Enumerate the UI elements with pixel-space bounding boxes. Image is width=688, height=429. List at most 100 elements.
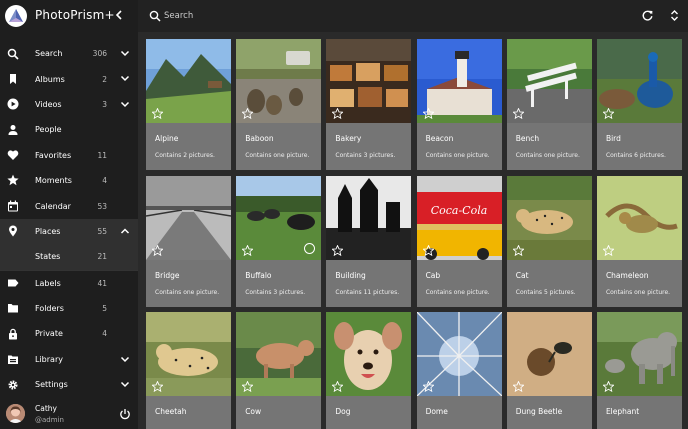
label-card-cow[interactable]: Cow [236, 312, 322, 429]
favorite-star-icon[interactable] [332, 108, 344, 119]
label-count: Contains 5 pictures. [515, 288, 576, 296]
chevron-down-icon[interactable] [120, 73, 130, 83]
favorite-star-icon[interactable] [602, 381, 614, 392]
star-icon [7, 174, 19, 186]
sort-icon[interactable] [668, 9, 681, 22]
favorite-star-icon[interactable] [602, 244, 614, 256]
search-input[interactable] [164, 9, 564, 23]
label-thumbnail[interactable] [146, 175, 231, 260]
sidebar-item-label: Search [35, 49, 63, 59]
sidebar: PhotoPrism+ Search 306 Albums 2 Videos 3 Peopl… [0, 0, 138, 429]
favorite-star-icon[interactable] [152, 244, 163, 256]
label-title: Baboon [245, 134, 274, 143]
label-thumbnail[interactable] [146, 39, 231, 123]
label-thumbnail[interactable] [236, 312, 322, 396]
favorite-star-icon[interactable] [422, 381, 434, 392]
sidebar-item-label: Favorites [35, 150, 72, 160]
collapse-sidebar-button[interactable] [112, 7, 126, 23]
sidebar-item-moments[interactable]: Moments 4 [0, 168, 138, 193]
label-thumbnail[interactable] [236, 39, 322, 123]
favorite-star-icon[interactable] [242, 244, 254, 256]
favorite-star-icon[interactable] [512, 108, 524, 119]
sidebar-item-search[interactable]: Search 306 [0, 41, 138, 66]
label-card-cat[interactable]: Cat Contains 5 pictures. [506, 175, 592, 307]
label-card-dome[interactable]: Dome [416, 312, 502, 429]
favorite-star-icon[interactable] [602, 108, 614, 119]
favorite-star-icon[interactable] [332, 381, 344, 392]
avatar[interactable] [6, 404, 25, 423]
sidebar-item-settings[interactable]: Settings [0, 372, 138, 397]
label-title: Dome [425, 407, 448, 416]
favorite-star-icon[interactable] [422, 108, 434, 119]
sidebar-item-label: Videos [35, 99, 62, 109]
chevron-up-icon[interactable] [120, 226, 130, 236]
label-card-bench[interactable]: Bench Contains one picture. [506, 39, 592, 170]
chevron-down-icon[interactable] [120, 99, 130, 109]
label-card-chameleon[interactable]: Chameleon Contains one picture. [596, 175, 682, 307]
label-thumbnail[interactable]: Coca-Cola [416, 175, 502, 260]
label-thumbnail[interactable] [506, 312, 592, 396]
logo-icon[interactable] [5, 5, 27, 27]
label-thumbnail[interactable] [146, 312, 231, 396]
sidebar-item-states[interactable]: States 21 [0, 244, 138, 270]
label-card-cheetah[interactable]: Cheetah [146, 312, 231, 429]
label-card-bird[interactable]: Bird Contains 6 pictures. [596, 39, 682, 170]
sidebar-item-label: States [35, 252, 61, 262]
label-thumbnail[interactable] [416, 39, 502, 123]
favorite-star-icon[interactable] [332, 244, 344, 256]
label-card-beacon[interactable]: Beacon Contains one picture. [416, 39, 502, 170]
person-icon [7, 124, 19, 136]
label-thumbnail[interactable] [326, 175, 412, 260]
sidebar-item-library[interactable]: Library [0, 347, 138, 372]
favorite-star-icon[interactable] [422, 244, 434, 256]
label-thumbnail[interactable] [236, 175, 322, 260]
label-count: Contains 3 pictures. [245, 288, 306, 296]
label-card-bridge[interactable]: Bridge Contains one picture. [146, 175, 231, 307]
label-card-bakery[interactable]: Bakery Contains 3 pictures. [326, 39, 412, 170]
label-thumbnail[interactable] [326, 39, 412, 123]
label-title: Building [335, 270, 366, 280]
label-thumbnail[interactable] [596, 39, 682, 123]
label-thumbnail[interactable] [596, 312, 682, 396]
label-card-baboon[interactable]: Baboon Contains one picture. [236, 39, 322, 170]
sidebar-item-videos[interactable]: Videos 3 [0, 92, 138, 117]
chevron-down-icon[interactable] [120, 48, 130, 58]
sidebar-item-private[interactable]: Private 4 [0, 321, 138, 346]
labels-grid: Alpine Contains 2 pictures. Baboon Contains… [146, 39, 688, 429]
label-thumbnail[interactable] [506, 39, 592, 123]
pin-icon [7, 225, 19, 237]
label-card-alpine[interactable]: Alpine Contains 2 pictures. [146, 39, 231, 170]
chevron-down-icon[interactable] [120, 379, 130, 389]
favorite-star-icon[interactable] [242, 108, 254, 119]
label-card-dung-beetle[interactable]: Dung Beetle [506, 312, 592, 429]
label-card-buffalo[interactable]: Buffalo Contains 3 pictures. [236, 175, 322, 307]
label-thumbnail[interactable] [326, 312, 412, 396]
sidebar-item-label: Folders [35, 304, 64, 314]
sidebar-item-people[interactable]: People [0, 117, 138, 142]
label-card-cab[interactable]: Coca-Cola Cab Contains one picture. [416, 175, 502, 307]
sidebar-item-labels[interactable]: Labels 41 [0, 271, 138, 296]
favorite-star-icon[interactable] [152, 381, 163, 392]
sidebar-item-albums[interactable]: Albums 2 [0, 66, 138, 91]
favorite-star-icon[interactable] [512, 381, 524, 392]
favorite-star-icon[interactable] [512, 244, 524, 256]
sidebar-item-folders[interactable]: Folders 5 [0, 296, 138, 321]
refresh-icon[interactable] [641, 9, 654, 22]
sidebar-item-count: 11 [97, 150, 107, 160]
label-thumbnail[interactable] [416, 312, 502, 396]
label-card-elephant[interactable]: Elephant [596, 312, 682, 429]
label-thumbnail[interactable] [506, 175, 592, 260]
power-icon[interactable] [119, 408, 131, 420]
label-card-dog[interactable]: Dog [326, 312, 412, 429]
label-thumbnail[interactable] [596, 175, 682, 260]
sidebar-item-favorites[interactable]: Favorites 11 [0, 143, 138, 168]
user-panel[interactable]: Cathy @admin [0, 399, 138, 429]
select-circle-icon[interactable] [304, 242, 316, 254]
label-card-building[interactable]: Building Contains 11 pictures. [326, 175, 412, 307]
favorite-star-icon[interactable] [152, 108, 163, 119]
sidebar-item-places[interactable]: Places 55 [0, 218, 138, 245]
chevron-down-icon[interactable] [120, 354, 130, 364]
sidebar-item-calendar[interactable]: Calendar 53 [0, 193, 138, 218]
sidebar-item-label: Labels [35, 278, 61, 288]
favorite-star-icon[interactable] [242, 381, 254, 392]
